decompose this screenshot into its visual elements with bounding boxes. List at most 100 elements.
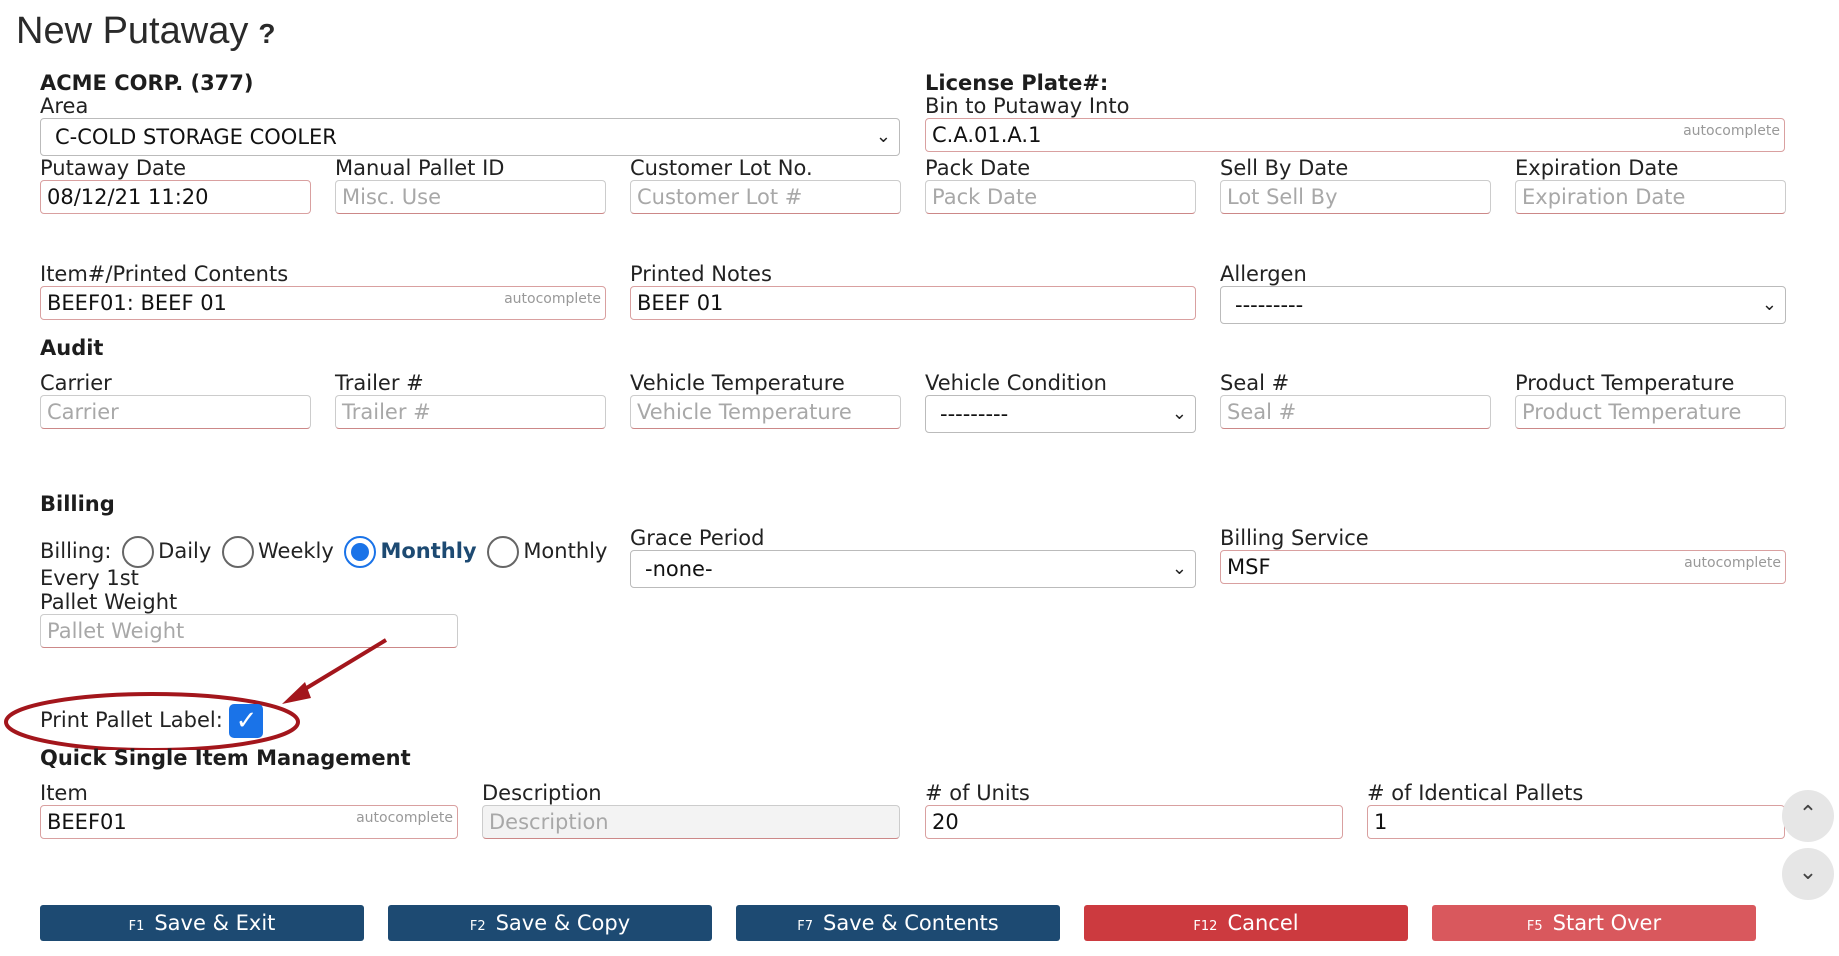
item-printed-input[interactable]: BEEF01: BEEF 01 autocomplete [40, 286, 606, 320]
radio-weekly[interactable] [221, 536, 254, 568]
autocomplete-hint: autocomplete [1684, 555, 1781, 571]
quick-item-input[interactable]: BEEF01 autocomplete [40, 805, 458, 839]
autocomplete-hint: autocomplete [1683, 123, 1780, 139]
start-over-button[interactable]: F5 Start Over [1432, 905, 1756, 941]
quick-item-label: Item [40, 781, 88, 805]
seal-input[interactable]: Seal # [1220, 395, 1491, 429]
chevron-down-icon: ⌄ [1798, 860, 1818, 885]
item-printed-value: BEEF01: BEEF 01 [47, 291, 227, 315]
item-printed-label: Item#/Printed Contents [40, 262, 289, 286]
print-label-row: Print Pallet Label: ✓ [40, 704, 264, 738]
pack-date-input[interactable]: Pack Date [925, 180, 1196, 214]
area-select[interactable]: C-COLD STORAGE COOLER ⌄ [40, 118, 900, 156]
shortcut-key: F12 [1193, 919, 1218, 934]
billing-service-value: MSF [1227, 555, 1271, 579]
radio-monthly[interactable] [344, 536, 377, 568]
manual-pallet-input[interactable]: Misc. Use [335, 180, 606, 214]
product-temp-label: Product Temperature [1515, 371, 1735, 395]
quick-heading: Quick Single Item Management [40, 746, 411, 770]
button-label: Save & Copy [495, 911, 631, 935]
annotation-arrow-line [298, 638, 388, 694]
area-value: C-COLD STORAGE COOLER [55, 125, 337, 149]
shortcut-key: F1 [128, 919, 145, 934]
page-title: New Putaway? [16, 10, 276, 52]
billing-service-label: Billing Service [1220, 526, 1369, 550]
bin-input[interactable]: C.A.01.A.1 autocomplete [925, 118, 1785, 152]
check-icon: ✓ [235, 706, 258, 736]
chevron-up-icon: ⌃ [1798, 802, 1818, 827]
vehicle-cond-label: Vehicle Condition [925, 371, 1107, 395]
pallet-weight-label: Pallet Weight [40, 590, 178, 614]
print-label-text: Print Pallet Label: [40, 708, 223, 732]
bin-label: Bin to Putaway Into [925, 94, 1130, 118]
autocomplete-hint: autocomplete [356, 810, 453, 826]
button-label: Start Over [1552, 911, 1662, 935]
grace-label: Grace Period [630, 526, 765, 550]
help-icon[interactable]: ? [258, 18, 275, 49]
pallets-input[interactable]: 1 [1367, 805, 1785, 839]
allergen-label: Allergen [1220, 262, 1307, 286]
sell-by-input[interactable]: Lot Sell By [1220, 180, 1491, 214]
allergen-value: --------- [1235, 293, 1304, 317]
grace-select[interactable]: -none- ⌄ [630, 550, 1196, 588]
button-label: Cancel [1227, 911, 1299, 935]
trailer-input[interactable]: Trailer # [335, 395, 606, 429]
pallets-label: # of Identical Pallets [1367, 781, 1584, 805]
billing-options: Billing: Daily Weekly Monthly Monthly [40, 536, 607, 568]
button-label: Save & Exit [154, 911, 276, 935]
customer-lot-input[interactable]: Customer Lot # [630, 180, 901, 214]
vehicle-temp-input[interactable]: Vehicle Temperature [630, 395, 901, 429]
radio-monthly-every[interactable] [487, 536, 520, 568]
shortcut-key: F7 [797, 919, 813, 934]
putaway-date-label: Putaway Date [40, 156, 187, 180]
expiration-input[interactable]: Expiration Date [1515, 180, 1786, 214]
chevron-down-icon: ⌄ [1171, 403, 1187, 424]
billing-heading: Billing [40, 492, 115, 516]
description-label: Description [482, 781, 602, 805]
billing-every-text: Every 1st [40, 566, 139, 590]
customer-lot-label: Customer Lot No. [630, 156, 813, 180]
option-daily: Daily [158, 539, 212, 563]
putaway-date-input[interactable]: 08/12/21 11:20 [40, 180, 311, 214]
shortcut-key: F5 [1526, 919, 1543, 934]
scroll-up-button[interactable]: ⌃ [1782, 790, 1834, 842]
vehicle-cond-value: --------- [940, 402, 1009, 426]
autocomplete-hint: autocomplete [504, 291, 601, 307]
product-temp-input[interactable]: Product Temperature [1515, 395, 1786, 429]
save-copy-button[interactable]: F2 Save & Copy [388, 905, 712, 941]
manual-pallet-label: Manual Pallet ID [335, 156, 505, 180]
save-contents-button[interactable]: F7 Save & Contents [736, 905, 1060, 941]
print-label-checkbox[interactable]: ✓ [229, 704, 264, 738]
expiration-label: Expiration Date [1515, 156, 1679, 180]
license-plate-label: License Plate#: [925, 71, 1109, 95]
scroll-down-button[interactable]: ⌄ [1782, 848, 1834, 900]
units-label: # of Units [925, 781, 1030, 805]
trailer-label: Trailer # [335, 371, 424, 395]
vehicle-temp-label: Vehicle Temperature [630, 371, 845, 395]
chevron-down-icon: ⌄ [1761, 294, 1777, 315]
save-exit-button[interactable]: F1 Save & Exit [40, 905, 364, 941]
carrier-input[interactable]: Carrier [40, 395, 311, 429]
carrier-label: Carrier [40, 371, 112, 395]
printed-notes-input[interactable]: BEEF 01 [630, 286, 1196, 320]
customer-name: ACME CORP. (377) [40, 71, 254, 95]
radio-daily[interactable] [122, 536, 155, 568]
area-label: Area [40, 94, 89, 118]
vehicle-cond-select[interactable]: --------- ⌄ [925, 395, 1196, 433]
description-input[interactable]: Description [482, 805, 900, 839]
shortcut-key: F2 [469, 919, 486, 934]
billing-label: Billing: [40, 539, 112, 563]
allergen-select[interactable]: --------- ⌄ [1220, 286, 1786, 324]
billing-service-input[interactable]: MSF autocomplete [1220, 550, 1786, 584]
seal-label: Seal # [1220, 371, 1290, 395]
option-monthly: Monthly [380, 539, 477, 563]
option-monthly-every: Monthly [523, 539, 608, 563]
units-input[interactable]: 20 [925, 805, 1343, 839]
quick-item-value: BEEF01 [47, 810, 127, 834]
annotation-arrow-head [282, 682, 311, 704]
printed-notes-label: Printed Notes [630, 262, 772, 286]
cancel-button[interactable]: F12 Cancel [1084, 905, 1408, 941]
grace-value: -none- [645, 557, 713, 581]
sell-by-label: Sell By Date [1220, 156, 1349, 180]
chevron-down-icon: ⌄ [1171, 558, 1187, 579]
